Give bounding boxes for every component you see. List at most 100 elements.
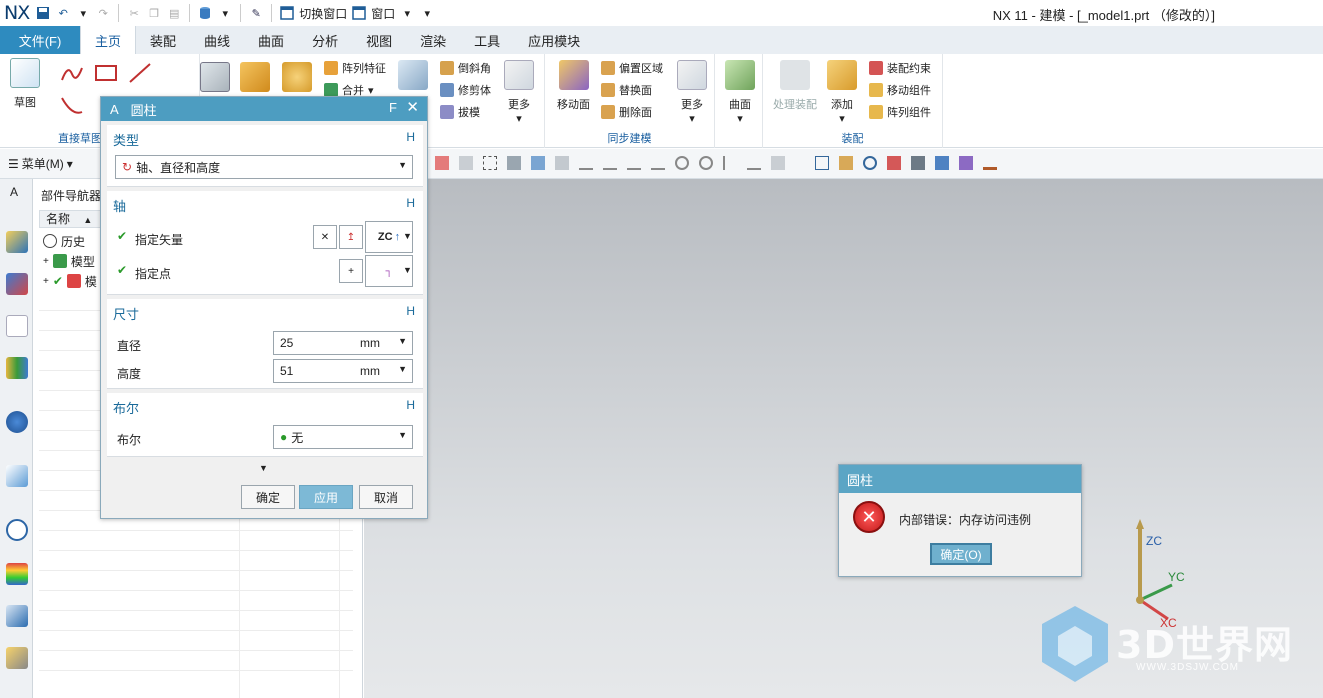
tab-file[interactable]: 文件(F) [0, 26, 80, 54]
cylinder-tool-icon[interactable] [197, 5, 213, 21]
customize-qat-icon[interactable]: ▾ [419, 5, 435, 21]
layer-icon[interactable] [959, 156, 973, 170]
draft-button[interactable]: 拔模 [440, 104, 480, 120]
surface-dropdown-icon[interactable]: ▾ [737, 112, 743, 125]
dimensions-header[interactable]: 尺寸 [113, 304, 139, 323]
add-component-button[interactable]: 添加 ▾ [827, 60, 857, 125]
tree-item-history[interactable]: 历史 [43, 231, 85, 251]
assembly-constraint-button[interactable]: 装配约束 [869, 60, 931, 76]
feature-icon[interactable] [531, 156, 545, 170]
select-filter-icon[interactable] [459, 156, 473, 170]
offset-region-button[interactable]: 偏置区域 [601, 60, 663, 76]
boolean-collapse-key[interactable]: H [406, 398, 415, 412]
constraint-navigator-icon[interactable] [6, 273, 28, 295]
role-icon[interactable] [6, 647, 28, 669]
line-snap-icon[interactable] [579, 156, 593, 170]
info-icon[interactable] [6, 411, 28, 433]
ok-button[interactable]: 确定 [241, 485, 295, 509]
tab-assembly[interactable]: 装配 [136, 26, 190, 54]
chevron-down-icon[interactable]: ▼ [398, 364, 407, 374]
resource-bar-pin-icon[interactable]: A [10, 185, 18, 199]
boolean-header[interactable]: 布尔 [113, 398, 139, 417]
reuse-library-icon[interactable] [6, 357, 28, 379]
redo-icon[interactable]: ↷ [95, 5, 111, 21]
axis-header[interactable]: 轴 [113, 196, 126, 215]
move-component-button[interactable]: 移动组件 [869, 82, 931, 98]
more-feature-button[interactable]: 更多 ▾ [504, 60, 534, 125]
add-dropdown-icon[interactable]: ▾ [839, 112, 845, 125]
tangent-snap-icon[interactable] [747, 156, 761, 170]
vector-dropdown-icon[interactable]: ▼ [403, 231, 412, 241]
web-browser-icon[interactable] [6, 465, 28, 487]
shaded-icon[interactable] [935, 156, 949, 170]
spline-snap-icon[interactable] [627, 156, 641, 170]
part-navigator-icon[interactable] [6, 315, 28, 337]
hatch-icon[interactable] [771, 156, 785, 170]
tab-curve[interactable]: 曲线 [190, 26, 244, 54]
spline-button[interactable] [60, 62, 84, 84]
point-dropdown-icon[interactable]: ▼ [403, 265, 412, 275]
center-snap-icon[interactable] [699, 156, 713, 170]
pattern-component-button[interactable]: 阵列组件 [869, 104, 931, 120]
type-dropdown[interactable]: ↻ 轴、直径和高度 ▼ [115, 155, 413, 179]
more-sync-button[interactable]: 更多 ▾ [677, 60, 707, 125]
orient-view-icon[interactable] [887, 156, 901, 170]
select-region-icon[interactable] [483, 156, 497, 170]
curve-snap-icon[interactable] [603, 156, 617, 170]
dialog-reset-icon[interactable]: F [389, 100, 397, 115]
arc-button[interactable] [60, 94, 84, 116]
window-menu-button[interactable]: 窗口 [371, 5, 395, 22]
type-header[interactable]: 类型 [113, 130, 139, 149]
assembly-navigator-icon[interactable] [6, 231, 28, 253]
reverse-direction-icon[interactable]: ✕ [313, 225, 337, 249]
render-style-icon[interactable] [911, 156, 925, 170]
axis-collapse-key[interactable]: H [406, 196, 415, 210]
switch-window-button[interactable]: 切换窗口 [299, 5, 347, 22]
rectangle-button[interactable] [94, 64, 118, 82]
vector-dialog-icon[interactable]: ↥ [339, 225, 363, 249]
tree-item-model-history[interactable]: + ✔ 模 [43, 271, 97, 291]
more-sync-dropdown-icon[interactable]: ▾ [689, 112, 695, 125]
more-options-icon[interactable]: ▼ [259, 463, 268, 473]
tab-surface[interactable]: 曲面 [244, 26, 298, 54]
dialog-pin-icon[interactable]: A [110, 102, 119, 117]
pattern-feature-button[interactable]: 阵列特征 [324, 60, 386, 76]
measure-icon[interactable] [983, 156, 997, 170]
chevron-down-icon[interactable]: ▼ [398, 336, 407, 346]
save-icon[interactable] [35, 5, 51, 21]
zoom-icon[interactable] [839, 156, 853, 170]
command-finder-icon[interactable]: ✎ [248, 5, 264, 21]
close-icon[interactable]: ✕ [406, 98, 419, 116]
boolean-dropdown[interactable]: ● 无 ▼ [273, 425, 413, 449]
tab-home[interactable]: 主页 [80, 26, 137, 54]
trim-body-button[interactable]: 修剪体 [440, 82, 491, 98]
move-face-button[interactable]: 移动面 [557, 60, 590, 112]
tab-analysis[interactable]: 分析 [298, 26, 352, 54]
error-ok-button[interactable]: 确定(O) [930, 543, 992, 565]
point-dialog-icon[interactable]: + [339, 259, 363, 283]
tab-tools[interactable]: 工具 [460, 26, 514, 54]
more-feature-dropdown-icon[interactable]: ▾ [516, 112, 522, 125]
window-dropdown-icon[interactable]: ▾ [399, 5, 415, 21]
sketch-button[interactable]: 草图 [10, 58, 40, 110]
fit-view-icon[interactable] [815, 156, 829, 170]
cut-icon[interactable]: ✂ [126, 5, 142, 21]
arc-snap-icon[interactable] [651, 156, 665, 170]
cancel-button[interactable]: 取消 [359, 485, 413, 509]
height-field[interactable]: 51 mm ▼ [273, 359, 413, 383]
solid-body-icon[interactable] [507, 156, 521, 170]
vertex-icon[interactable] [555, 156, 569, 170]
history-palette-icon[interactable] [6, 519, 28, 541]
expand-icon[interactable]: + [43, 276, 49, 287]
shell-button[interactable] [398, 60, 428, 96]
tree-item-model[interactable]: + 模型 [43, 251, 95, 271]
circle-snap-icon[interactable] [675, 156, 689, 170]
cross-snap-icon[interactable] [723, 156, 737, 170]
type-collapse-key[interactable]: H [406, 130, 415, 144]
tab-render[interactable]: 渲染 [406, 26, 460, 54]
delete-face-button[interactable]: 删除面 [601, 104, 652, 120]
replace-face-button[interactable]: 替换面 [601, 82, 652, 98]
expand-icon[interactable]: + [43, 256, 49, 267]
tab-applications[interactable]: 应用模块 [514, 26, 594, 54]
undo-dropdown-icon[interactable]: ▾ [75, 5, 91, 21]
